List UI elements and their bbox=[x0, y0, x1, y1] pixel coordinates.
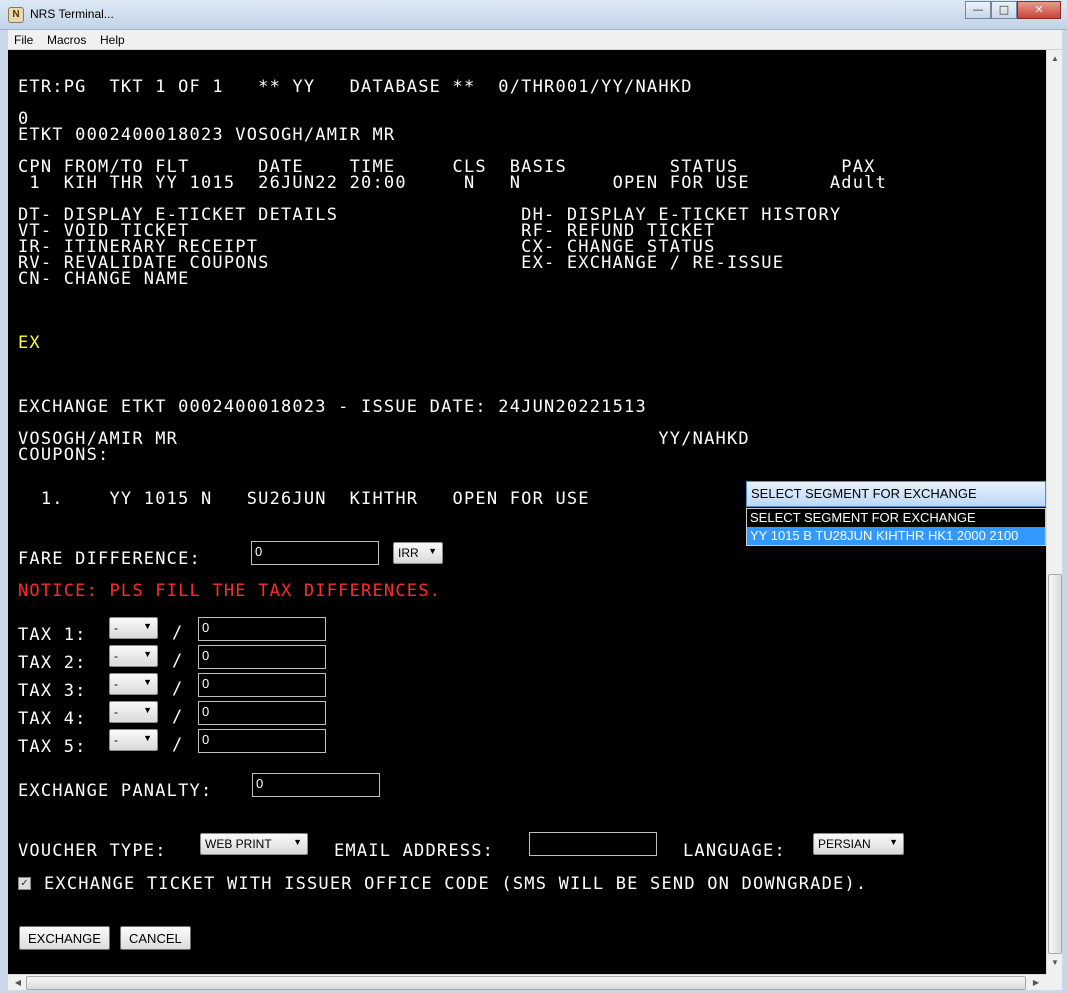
chevron-down-icon: ▼ bbox=[293, 837, 302, 847]
vertical-scroll-thumb[interactable] bbox=[1048, 574, 1062, 954]
segment-select[interactable]: SELECT SEGMENT FOR EXCHANGE bbox=[746, 481, 1046, 507]
coupon-line: 1. YY 1015 N SU26JUN KIHTHR OPEN FOR USE bbox=[18, 489, 590, 509]
terminal-command: EX bbox=[18, 333, 41, 353]
tax-label: TAX 2: bbox=[18, 653, 87, 673]
chevron-down-icon: ▼ bbox=[889, 837, 898, 847]
tax-type-value: - bbox=[114, 621, 118, 635]
tax-separator: / bbox=[172, 679, 183, 699]
tax-type-select[interactable]: - ▼ bbox=[109, 617, 158, 639]
segment-option[interactable]: SELECT SEGMENT FOR EXCHANGE bbox=[747, 509, 1045, 527]
tax-separator: / bbox=[172, 735, 183, 755]
tax-separator: / bbox=[172, 707, 183, 727]
scroll-left-icon[interactable]: ◀ bbox=[10, 978, 26, 987]
terminal-line: 1 KIH THR YY 1015 26JUN22 20:00 N N OPEN… bbox=[18, 173, 888, 193]
tax-type-value: - bbox=[114, 649, 118, 663]
minimize-icon[interactable]: — bbox=[965, 1, 991, 19]
chevron-down-icon: ▼ bbox=[143, 621, 152, 631]
scroll-down-icon[interactable]: ▼ bbox=[1047, 958, 1063, 967]
tax-type-select[interactable]: - ▼ bbox=[109, 729, 158, 751]
terminal-line: ETR:PG TKT 1 OF 1 ** YY DATABASE ** 0/TH… bbox=[18, 77, 693, 97]
tax-amount-input[interactable]: 0 bbox=[198, 673, 326, 697]
tax-type-select[interactable]: - ▼ bbox=[109, 673, 158, 695]
terminal-line: COUPONS: bbox=[18, 445, 110, 465]
issuer-office-checkbox[interactable]: ✓ bbox=[18, 877, 31, 890]
terminal-line: VOSOGH/AMIR MR YY/NAHKD bbox=[18, 429, 750, 449]
menu-bar: File Macros Help bbox=[8, 30, 1062, 50]
tax-label: TAX 1: bbox=[18, 625, 87, 645]
app-icon: N bbox=[8, 7, 24, 23]
menu-macros[interactable]: Macros bbox=[47, 33, 86, 47]
horizontal-scroll-thumb[interactable] bbox=[26, 976, 1026, 990]
issuer-office-label: EXCHANGE TICKET WITH ISSUER OFFICE CODE … bbox=[44, 874, 868, 894]
chevron-down-icon: ▼ bbox=[428, 546, 437, 556]
language-label: LANGUAGE: bbox=[683, 841, 786, 861]
voucher-type-select[interactable]: WEB PRINT ▼ bbox=[200, 833, 308, 855]
language-value: PERSIAN bbox=[818, 837, 871, 851]
title-bar: N NRS Terminal... — □ ✕ bbox=[0, 0, 1067, 30]
scroll-right-icon[interactable]: ▶ bbox=[1028, 978, 1044, 987]
window-title: NRS Terminal... bbox=[30, 7, 114, 21]
vertical-scrollbar[interactable]: ▲ ▼ bbox=[1046, 50, 1062, 974]
chevron-down-icon: ▼ bbox=[143, 649, 152, 659]
cancel-button[interactable]: CANCEL bbox=[120, 926, 191, 950]
email-label: EMAIL ADDRESS: bbox=[334, 841, 495, 861]
penalty-input[interactable]: 0 bbox=[252, 773, 380, 797]
currency-select[interactable]: IRR ▼ bbox=[393, 542, 443, 564]
currency-value: IRR bbox=[398, 546, 419, 560]
email-input[interactable] bbox=[529, 832, 657, 856]
tax-amount-input[interactable]: 0 bbox=[198, 729, 326, 753]
segment-option[interactable]: YY 1015 B TU28JUN KIHTHR HK1 2000 2100 bbox=[747, 527, 1045, 545]
close-icon[interactable]: ✕ bbox=[1017, 1, 1061, 19]
window-controls: — □ ✕ bbox=[965, 1, 1061, 19]
tax-type-value: - bbox=[114, 733, 118, 747]
terminal-screen: ETR:PG TKT 1 OF 1 ** YY DATABASE ** 0/TH… bbox=[8, 50, 1046, 974]
tax-amount-input[interactable]: 0 bbox=[198, 701, 326, 725]
tax-label: TAX 4: bbox=[18, 709, 87, 729]
menu-help[interactable]: Help bbox=[100, 33, 125, 47]
voucher-type-value: WEB PRINT bbox=[205, 837, 272, 851]
terminal-line: EXCHANGE ETKT 0002400018023 - ISSUE DATE… bbox=[18, 397, 647, 417]
menu-file[interactable]: File bbox=[14, 33, 33, 47]
tax-type-select[interactable]: - ▼ bbox=[109, 701, 158, 723]
chevron-down-icon: ▼ bbox=[143, 733, 152, 743]
tax-label: TAX 5: bbox=[18, 737, 87, 757]
language-select[interactable]: PERSIAN ▼ bbox=[813, 833, 904, 855]
resize-grip bbox=[1046, 974, 1062, 990]
horizontal-scrollbar[interactable]: ◀ ▶ bbox=[8, 974, 1046, 990]
fare-difference-input[interactable]: 0 bbox=[251, 541, 379, 565]
tax-type-value: - bbox=[114, 677, 118, 691]
tax-amount-input[interactable]: 0 bbox=[198, 645, 326, 669]
chevron-down-icon: ▼ bbox=[143, 705, 152, 715]
tax-separator: / bbox=[172, 623, 183, 643]
fare-difference-label: FARE DIFFERENCE: bbox=[18, 549, 201, 569]
terminal-line: ETKT 0002400018023 VOSOGH/AMIR MR bbox=[18, 125, 396, 145]
tax-separator: / bbox=[172, 651, 183, 671]
exchange-button[interactable]: EXCHANGE bbox=[19, 926, 110, 950]
scroll-up-icon[interactable]: ▲ bbox=[1047, 54, 1063, 63]
penalty-label: EXCHANGE PANALTY: bbox=[18, 781, 213, 801]
terminal-line: CN- CHANGE NAME bbox=[18, 269, 190, 289]
tax-amount-input[interactable]: 0 bbox=[198, 617, 326, 641]
tax-type-select[interactable]: - ▼ bbox=[109, 645, 158, 667]
tax-notice: NOTICE: PLS FILL THE TAX DIFFERENCES. bbox=[18, 581, 442, 601]
segment-dropdown-list: SELECT SEGMENT FOR EXCHANGE YY 1015 B TU… bbox=[746, 508, 1046, 546]
voucher-label: VOUCHER TYPE: bbox=[18, 841, 167, 861]
tax-label: TAX 3: bbox=[18, 681, 87, 701]
chevron-down-icon: ▼ bbox=[143, 677, 152, 687]
maximize-icon[interactable]: □ bbox=[991, 1, 1017, 19]
tax-type-value: - bbox=[114, 705, 118, 719]
